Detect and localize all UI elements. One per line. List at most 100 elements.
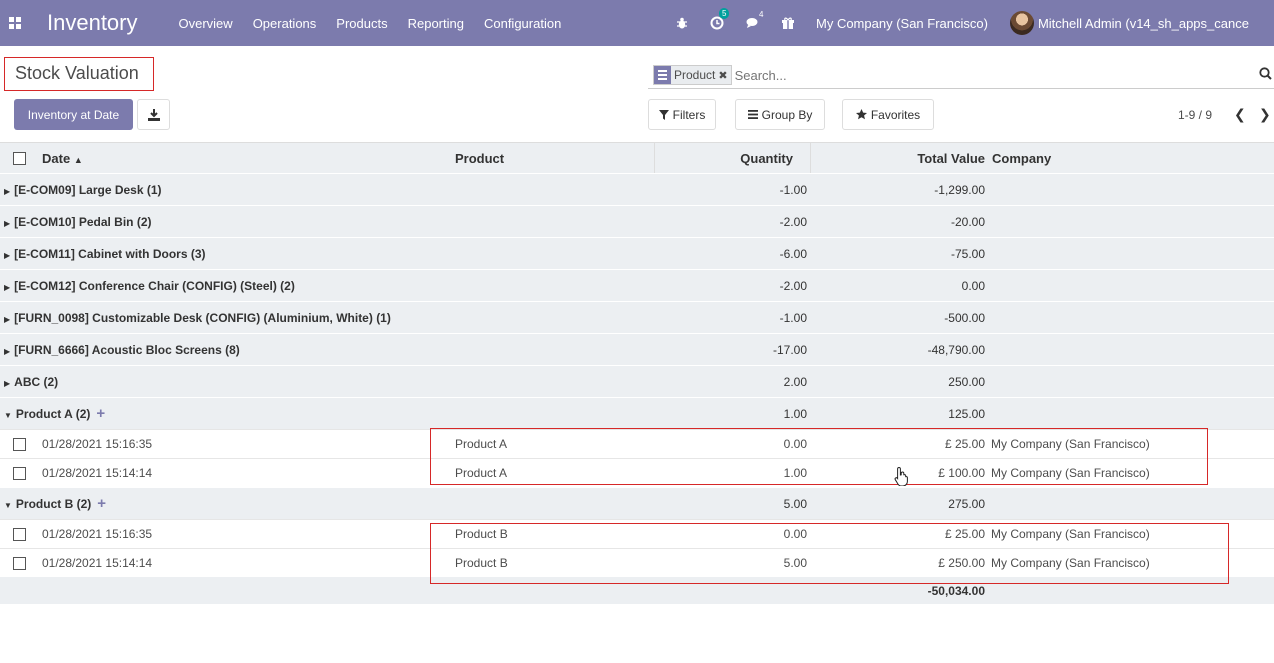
column-product[interactable]: Product	[455, 151, 504, 166]
systray: 5 4 My Company (San Francisco) Mitchell …	[676, 0, 1249, 46]
row-date: 01/28/2021 15:16:35	[42, 527, 153, 541]
group-row[interactable]: ▶ ABC (2) 2.00 250.00	[0, 365, 1274, 397]
company-switcher[interactable]: My Company (San Francisco)	[816, 16, 988, 31]
activity-counter: 5	[719, 8, 730, 19]
groupby-facet-icon	[654, 66, 671, 84]
groupby-button[interactable]: Group By	[735, 99, 825, 130]
table-footer: -50,034.00	[0, 577, 1274, 604]
row-company: My Company (San Francisco)	[991, 556, 1150, 570]
table-row[interactable]: 01/28/2021 15:16:35 Product B 0.00 £ 25.…	[0, 519, 1274, 548]
facet-label: Product	[674, 68, 716, 82]
menu-reporting[interactable]: Reporting	[408, 16, 464, 31]
group-label: [E-COM12] Conference Chair (CONFIG) (Ste…	[14, 279, 295, 293]
messages-icon[interactable]: 4	[746, 10, 763, 29]
menu-operations[interactable]: Operations	[253, 16, 317, 31]
column-company[interactable]: Company	[992, 151, 1051, 166]
caret-down-icon: ▼	[4, 411, 12, 420]
hand-cursor-icon	[894, 466, 910, 491]
caret-right-icon: ▶	[4, 315, 11, 324]
row-date: 01/28/2021 15:14:14	[42, 556, 153, 570]
groupby-label: Group By	[761, 107, 813, 122]
group-label: [E-COM09] Large Desk (1)	[14, 183, 162, 197]
main-menu: Overview Operations Products Reporting C…	[179, 16, 582, 31]
bars-icon	[747, 110, 758, 119]
column-total-value[interactable]: Total Value	[870, 151, 985, 166]
table-row[interactable]: 01/28/2021 15:14:14 Product B 5.00 £ 250…	[0, 548, 1274, 577]
group-value: 250.00	[948, 375, 985, 389]
caret-right-icon: ▶	[4, 251, 11, 260]
group-row-product-a[interactable]: ▼ Product A (2) + 1.00 125.00	[0, 397, 1274, 429]
group-quantity: -17.00	[772, 343, 807, 357]
column-quantity[interactable]: Quantity	[735, 151, 793, 166]
group-label: [FURN_0098] Customizable Desk (CONFIG) (…	[14, 311, 391, 325]
group-row[interactable]: ▶ [FURN_0098] Customizable Desk (CONFIG) …	[0, 301, 1274, 333]
column-divider	[654, 143, 655, 174]
facet-close-icon[interactable]: ✖	[718, 69, 730, 82]
caret-right-icon: ▶	[4, 219, 11, 228]
group-row[interactable]: ▶ [E-COM09] Large Desk (1) -1.00 -1,299.0…	[0, 173, 1274, 205]
gift-icon[interactable]	[782, 17, 794, 30]
filter-icon	[658, 109, 669, 120]
group-row[interactable]: ▶ [E-COM11] Cabinet with Doors (3) -6.00 …	[0, 237, 1274, 269]
row-product: Product A	[455, 466, 508, 480]
table-header: Date ▲ Product Quantity Total Value Comp…	[0, 142, 1274, 174]
group-value: -500.00	[944, 311, 985, 325]
filters-button[interactable]: Filters	[648, 99, 716, 130]
download-button[interactable]	[137, 99, 170, 130]
menu-overview[interactable]: Overview	[179, 16, 233, 31]
group-row-product-b[interactable]: ▼ Product B (2) + 5.00 275.00	[0, 487, 1274, 519]
row-value: £ 100.00	[938, 466, 985, 480]
star-icon	[855, 109, 867, 120]
group-quantity: -2.00	[779, 279, 807, 293]
select-all-checkbox[interactable]	[13, 152, 26, 165]
menu-products[interactable]: Products	[336, 16, 387, 31]
pager-previous-icon[interactable]: ❮	[1234, 106, 1246, 123]
menu-configuration[interactable]: Configuration	[484, 16, 561, 31]
avatar	[1009, 11, 1034, 35]
table-row[interactable]: 01/28/2021 15:16:35 Product A 0.00 £ 25.…	[0, 429, 1274, 458]
search-bar: Product ✖	[648, 62, 1274, 89]
favorites-button[interactable]: Favorites	[842, 99, 934, 130]
row-checkbox[interactable]	[13, 528, 26, 541]
user-name: Mitchell Admin (v14_sh_apps_cance	[1037, 15, 1249, 31]
group-value: -75.00	[950, 247, 985, 261]
debug-icon[interactable]	[676, 17, 688, 30]
inventory-at-date-button[interactable]: Inventory at Date	[14, 99, 133, 130]
apps-menu-icon[interactable]	[9, 17, 21, 29]
row-company: My Company (San Francisco)	[991, 437, 1150, 451]
activity-icon[interactable]: 5	[710, 8, 730, 30]
app-title[interactable]: Inventory	[47, 10, 138, 36]
group-quantity: -1.00	[779, 183, 807, 197]
group-value: -48,790.00	[927, 343, 985, 357]
user-menu[interactable]: Mitchell Admin (v14_sh_apps_cance	[1009, 11, 1249, 35]
row-checkbox[interactable]	[13, 467, 26, 480]
column-divider	[810, 143, 811, 174]
group-quantity: 2.00	[783, 375, 807, 389]
row-quantity: 1.00	[783, 466, 807, 480]
search-input[interactable]	[734, 67, 1235, 83]
row-company: My Company (San Francisco)	[991, 466, 1150, 480]
row-product: Product A	[455, 437, 508, 451]
search-icon[interactable]	[1259, 67, 1272, 83]
row-checkbox[interactable]	[13, 438, 26, 451]
add-line-icon[interactable]: +	[97, 495, 106, 512]
pager-next-icon[interactable]: ❯	[1259, 106, 1271, 123]
row-value: £ 25.00	[944, 437, 985, 451]
table-row[interactable]: 01/28/2021 15:14:14 Product A 1.00 £ 100…	[0, 458, 1274, 487]
add-line-icon[interactable]: +	[96, 405, 105, 422]
pager-value[interactable]: 1-9 / 9	[1178, 108, 1212, 122]
row-checkbox[interactable]	[13, 557, 26, 570]
sort-asc-icon: ▲	[73, 155, 83, 165]
search-facet-product[interactable]: Product ✖	[653, 65, 732, 85]
filters-label: Filters	[672, 107, 706, 122]
group-label: [E-COM11] Cabinet with Doors (3)	[14, 247, 206, 261]
group-row[interactable]: ▶ [E-COM10] Pedal Bin (2) -2.00 -20.00	[0, 205, 1274, 237]
column-date[interactable]: Date ▲	[42, 151, 83, 166]
row-company: My Company (San Francisco)	[991, 527, 1150, 541]
group-row[interactable]: ▶ [FURN_6666] Acoustic Bloc Screens (8) -…	[0, 333, 1274, 365]
group-value: -20.00	[950, 215, 985, 229]
page-title: Stock Valuation	[15, 63, 139, 83]
download-icon	[147, 108, 160, 121]
group-label: [FURN_6666] Acoustic Bloc Screens (8)	[14, 343, 240, 357]
group-row[interactable]: ▶ [E-COM12] Conference Chair (CONFIG) (St…	[0, 269, 1274, 301]
